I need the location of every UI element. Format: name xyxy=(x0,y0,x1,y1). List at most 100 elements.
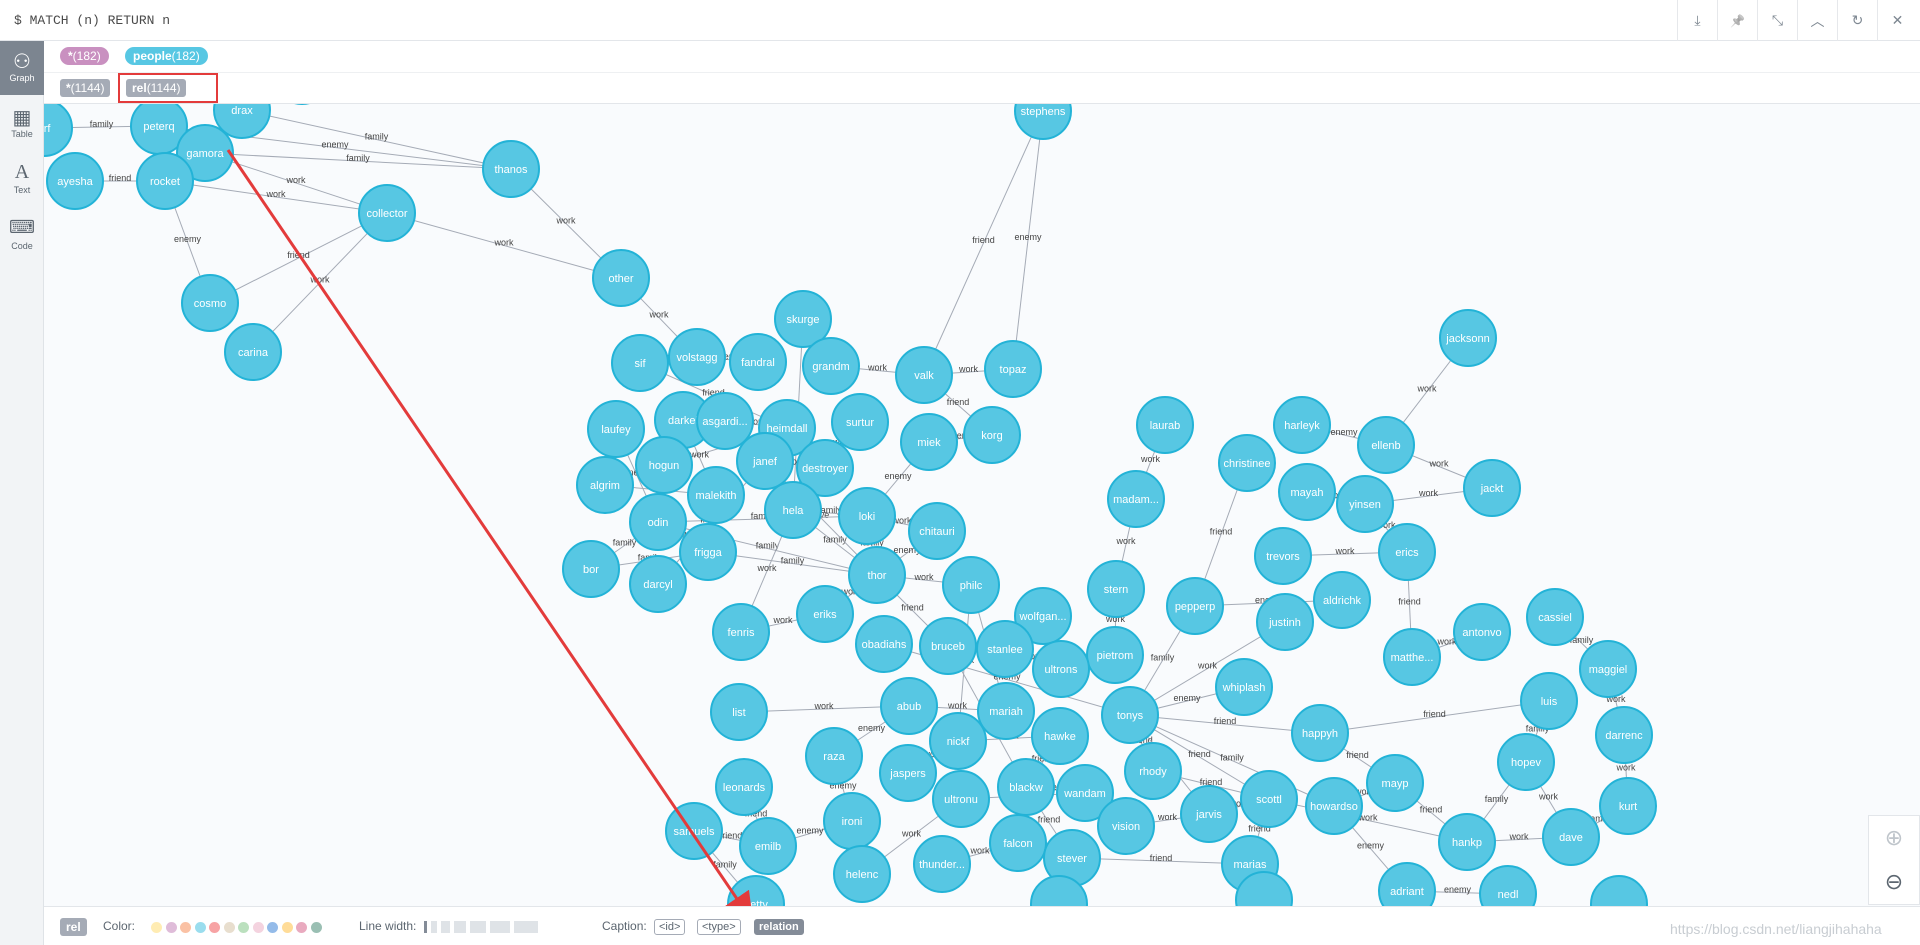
close-icon[interactable]: ✕ xyxy=(1877,0,1917,41)
line-width-option[interactable] xyxy=(514,921,538,933)
graph-node-pietrom[interactable]: pietrom xyxy=(1086,626,1144,684)
graph-node-ayesha[interactable]: ayesha xyxy=(46,152,104,210)
graph-node-bruceb[interactable]: bruceb xyxy=(919,617,977,675)
graph-node-ironi[interactable]: ironi xyxy=(823,792,881,850)
graph-node-laufey[interactable]: laufey xyxy=(587,400,645,458)
graph-node-cassiel[interactable]: cassiel xyxy=(1526,588,1584,646)
graph-node-helenc[interactable]: helenc xyxy=(833,845,891,903)
graph-node-maggiel[interactable]: maggiel xyxy=(1579,640,1637,698)
graph-node-luis[interactable]: luis xyxy=(1520,672,1578,730)
graph-node-christinee[interactable]: christinee xyxy=(1218,434,1276,492)
graph-node-ultronu[interactable]: ultronu xyxy=(932,770,990,828)
line-width-option[interactable] xyxy=(424,921,427,933)
graph-node-hawke[interactable]: hawke xyxy=(1031,707,1089,765)
line-width-option[interactable] xyxy=(490,921,510,933)
graph-node-madam[interactable]: madam... xyxy=(1107,470,1165,528)
graph-node-dave[interactable]: dave xyxy=(1542,808,1600,866)
graph-node-topaz[interactable]: topaz xyxy=(984,340,1042,398)
graph-node-fandral[interactable]: fandral xyxy=(729,333,787,391)
color-swatch[interactable] xyxy=(252,922,264,933)
color-swatch[interactable] xyxy=(296,922,307,933)
graph-node-whiplash[interactable]: whiplash xyxy=(1215,658,1273,716)
graph-node-samuels[interactable]: samuels xyxy=(665,802,723,860)
sidebar-item-code[interactable]: ⌨ Code xyxy=(0,209,44,263)
graph-node-erics[interactable]: erics xyxy=(1378,523,1436,581)
graph-node-grandm[interactable]: grandm xyxy=(802,337,860,395)
download-icon[interactable]: ⤓ xyxy=(1677,0,1717,41)
graph-canvas[interactable]: enemy work work family enemy family enemy frien… xyxy=(44,104,1920,906)
graph-node-loki[interactable]: loki xyxy=(838,487,896,545)
zoom-in-icon[interactable]: ⊕ xyxy=(1869,816,1919,860)
graph-node-mayah[interactable]: mayah xyxy=(1278,463,1336,521)
relationship-edge[interactable]: friend xyxy=(209,212,388,304)
graph-node-rocket[interactable]: rocket xyxy=(136,152,194,210)
graph-node-tonys[interactable]: tonys xyxy=(1101,686,1159,744)
graph-node-yinsen[interactable]: yinsen xyxy=(1336,475,1394,533)
graph-node-jaspers[interactable]: jaspers xyxy=(879,744,937,802)
graph-node-ellenb[interactable]: ellenb xyxy=(1357,416,1415,474)
graph-node-rhody[interactable]: rhody xyxy=(1124,742,1182,800)
graph-node-obadiahs[interactable]: obadiahs xyxy=(855,615,913,673)
graph-node-abub[interactable]: abub xyxy=(880,677,938,735)
graph-node-list[interactable]: list xyxy=(710,683,768,741)
chevron-up-icon[interactable]: ︿ xyxy=(1797,0,1837,41)
pin-icon[interactable]: 📌 xyxy=(1717,0,1757,41)
graph-node-vision[interactable]: vision xyxy=(1097,797,1155,855)
graph-node-harleyk[interactable]: harleyk xyxy=(1273,396,1331,454)
graph-node-darrenc[interactable]: darrenc xyxy=(1595,706,1653,764)
graph-node-frigga[interactable]: frigga xyxy=(679,523,737,581)
sidebar-item-table[interactable]: ▦ Table xyxy=(0,97,44,151)
sidebar-item-text[interactable]: A Text xyxy=(0,153,44,207)
graph-node-cosmo[interactable]: cosmo xyxy=(181,274,239,332)
graph-node-justinh[interactable]: justinh xyxy=(1256,593,1314,651)
color-swatch[interactable] xyxy=(267,922,278,933)
graph-node-bor[interactable]: bor xyxy=(562,540,620,598)
graph-node-odin[interactable]: odin xyxy=(629,493,687,551)
graph-node-volstagg[interactable]: volstagg xyxy=(668,328,726,386)
graph-node-surtur[interactable]: surtur xyxy=(831,393,889,451)
graph-node-trevors[interactable]: trevors xyxy=(1254,527,1312,585)
collapse-icon[interactable]: ⤡ xyxy=(1757,0,1797,41)
graph-node-falcon[interactable]: falcon xyxy=(989,814,1047,872)
caption-relation-button[interactable]: relation xyxy=(754,919,804,935)
graph-node-eriks[interactable]: eriks xyxy=(796,585,854,643)
graph-node-collector[interactable]: collector xyxy=(358,184,416,242)
graph-node-philc[interactable]: philc xyxy=(942,556,1000,614)
color-swatch[interactable] xyxy=(281,922,293,933)
relationship-edge[interactable]: enemy xyxy=(1012,110,1044,370)
line-width-option[interactable] xyxy=(470,921,486,933)
graph-node-thunder[interactable]: thunder... xyxy=(913,835,971,893)
graph-node-jackt[interactable]: jackt xyxy=(1463,459,1521,517)
caption-type-button[interactable]: <type> xyxy=(697,919,741,935)
graph-node-happyh[interactable]: happyh xyxy=(1291,704,1349,762)
graph-node-stanlee[interactable]: stanlee xyxy=(976,620,1034,678)
node-label-people[interactable]: people(182) xyxy=(125,47,208,65)
graph-node-fenris[interactable]: fenris xyxy=(712,603,770,661)
graph-node-janef[interactable]: janef xyxy=(736,432,794,490)
graph-node-chitauri[interactable]: chitauri xyxy=(908,502,966,560)
line-width-option[interactable] xyxy=(441,921,450,933)
graph-node-hogun[interactable]: hogun xyxy=(635,436,693,494)
graph-node-jarvis[interactable]: jarvis xyxy=(1180,785,1238,843)
graph-node-thanos[interactable]: thanos xyxy=(482,140,540,198)
graph-node-partial3[interactable] xyxy=(1590,875,1648,906)
line-width-option[interactable] xyxy=(454,921,466,933)
color-swatch[interactable] xyxy=(209,922,220,933)
graph-node-nickf[interactable]: nickf xyxy=(929,712,987,770)
graph-node-korg[interactable]: korg xyxy=(963,406,1021,464)
color-swatch[interactable] xyxy=(165,922,177,933)
color-swatch[interactable] xyxy=(238,922,249,933)
graph-node-pepperp[interactable]: pepperp xyxy=(1166,577,1224,635)
graph-node-valk[interactable]: valk xyxy=(895,346,953,404)
graph-node-laurab[interactable]: laurab xyxy=(1136,396,1194,454)
graph-node-hela[interactable]: hela xyxy=(764,481,822,539)
graph-node-darcyl[interactable]: darcyl xyxy=(629,555,687,613)
color-swatch[interactable] xyxy=(223,922,235,933)
graph-node-mayp[interactable]: mayp xyxy=(1366,754,1424,812)
graph-node-miek[interactable]: miek xyxy=(900,413,958,471)
graph-node-sif[interactable]: sif xyxy=(611,334,669,392)
graph-node-stern[interactable]: stern xyxy=(1087,560,1145,618)
graph-node-algrim[interactable]: algrim xyxy=(576,456,634,514)
color-swatch[interactable] xyxy=(194,922,206,933)
graph-node-kurt[interactable]: kurt xyxy=(1599,777,1657,835)
